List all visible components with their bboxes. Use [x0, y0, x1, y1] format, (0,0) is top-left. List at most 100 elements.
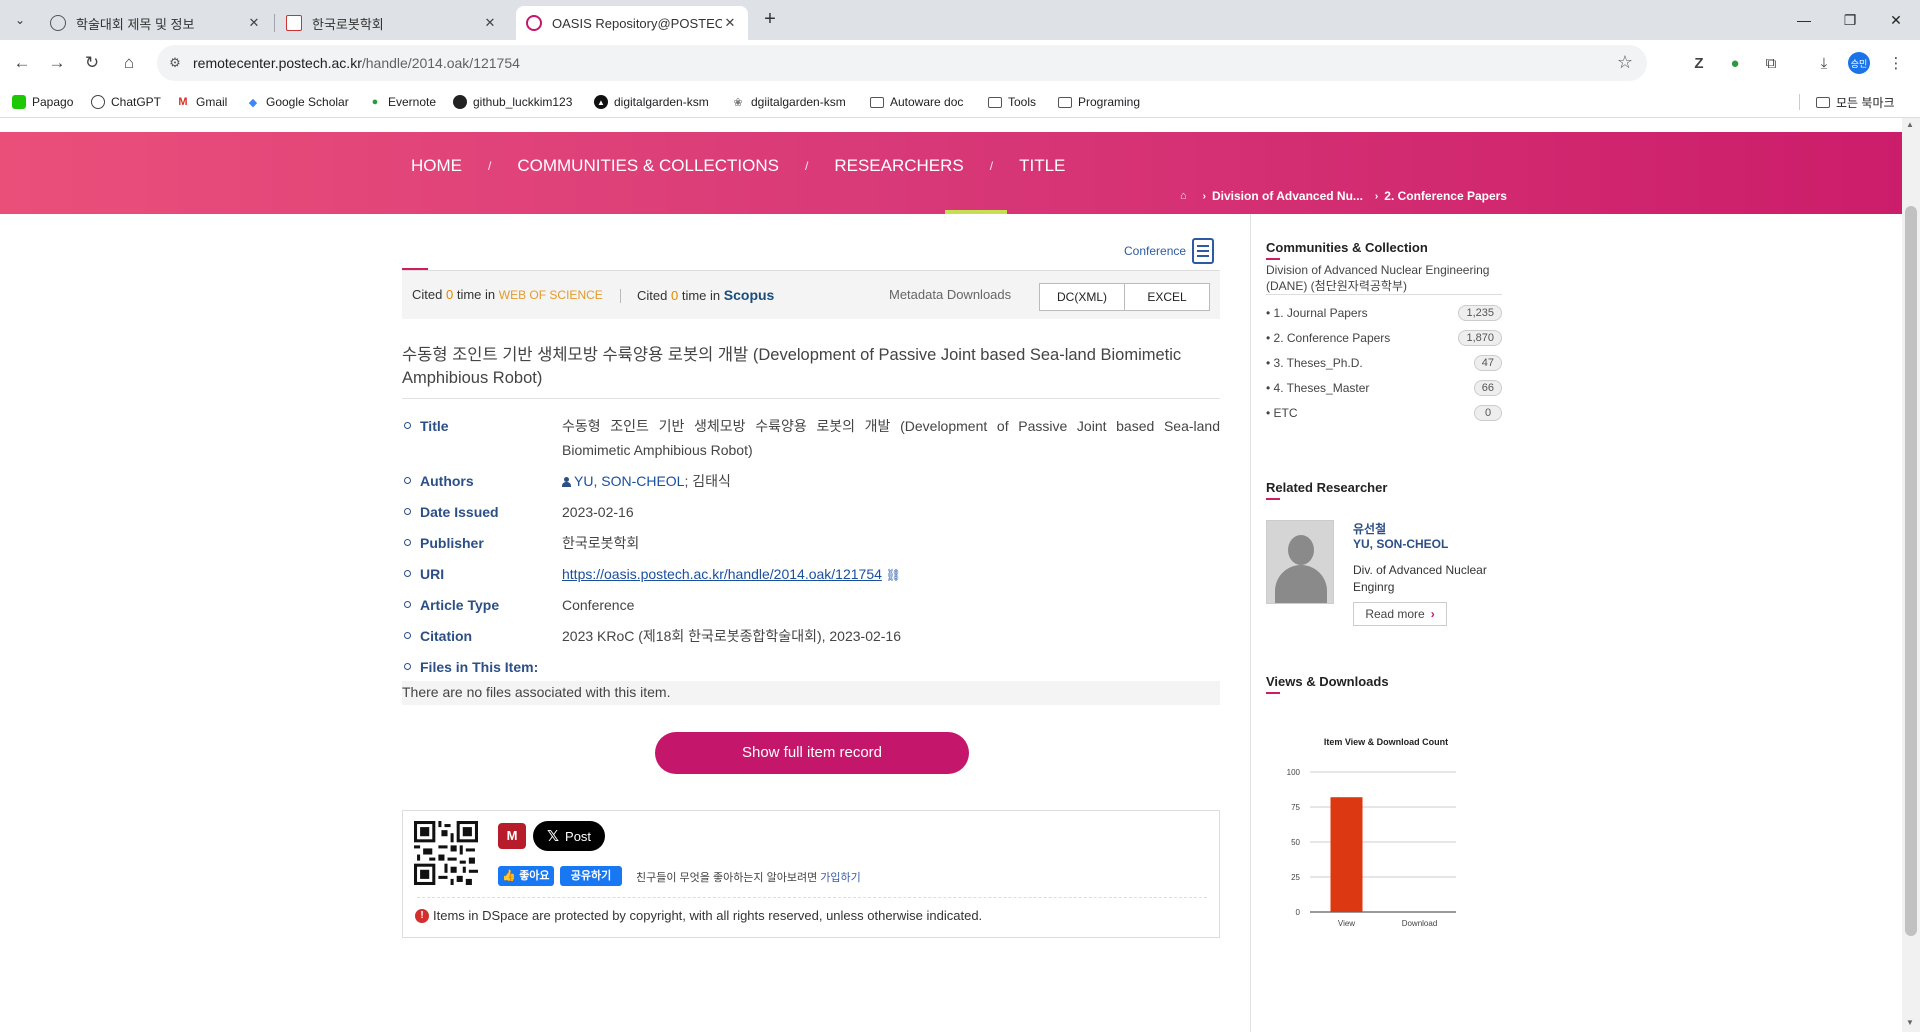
- excel-button[interactable]: EXCEL: [1124, 283, 1210, 311]
- collection-item[interactable]: • 4. Theses_Master 66: [1266, 380, 1502, 396]
- bookmark-google-scholar[interactable]: ◆ Google Scholar: [246, 93, 349, 111]
- bookmark-tools[interactable]: Tools: [988, 93, 1036, 111]
- bookmark-github[interactable]: github_luckkim123: [453, 93, 572, 111]
- facebook-like-button[interactable]: 👍 좋아요: [498, 866, 554, 886]
- forward-arrow-icon[interactable]: →: [43, 49, 71, 77]
- field-key: Article Type: [420, 597, 500, 613]
- breadcrumb-conference-papers[interactable]: 2. Conference Papers: [1384, 189, 1507, 203]
- new-tab-plus-icon[interactable]: +: [758, 8, 782, 32]
- collection-item[interactable]: • 3. Theses_Ph.D. 47: [1266, 355, 1502, 371]
- bookmark-star-icon[interactable]: ☆: [1617, 52, 1633, 73]
- field-value: YU, SON-CHEOL; 김태식: [562, 469, 1220, 493]
- profile-avatar[interactable]: 승민: [1848, 52, 1870, 74]
- back-arrow-icon[interactable]: ←: [8, 49, 36, 77]
- bookmark-autoware-doc[interactable]: Autoware doc: [870, 93, 963, 111]
- site-info-icon[interactable]: ⚙: [165, 53, 185, 73]
- cite-prefix: Cited: [412, 287, 443, 302]
- bullet-icon: [404, 508, 411, 515]
- field-key: Publisher: [420, 535, 484, 551]
- collection-label: ETC: [1273, 406, 1298, 420]
- minimize-icon[interactable]: —: [1782, 0, 1826, 40]
- mendeley-icon[interactable]: M: [498, 823, 526, 849]
- home-icon[interactable]: ⌂: [115, 49, 143, 77]
- zotero-extension-icon[interactable]: Z: [1687, 51, 1711, 75]
- fb-text: 친구들이 무엇을 좋아하는지 알아보려면: [636, 872, 818, 884]
- bookmark-chatgpt[interactable]: ChatGPT: [91, 93, 161, 111]
- fb-join-link[interactable]: 가입하기: [820, 872, 860, 884]
- restore-icon[interactable]: ❐: [1828, 0, 1872, 40]
- bookmark-evernote[interactable]: ● Evernote: [368, 93, 436, 111]
- evernote-icon: ●: [371, 96, 379, 108]
- bar-view[interactable]: [1330, 797, 1363, 912]
- nav-title[interactable]: TITLE: [1019, 156, 1065, 176]
- collection-label: 1. Journal Papers: [1273, 306, 1368, 320]
- nav-communities[interactable]: COMMUNITIES & COLLECTIONS: [517, 156, 779, 176]
- browser-tab-2[interactable]: 한국로봇학회 ✕: [276, 6, 508, 40]
- folder-icon: [1058, 96, 1072, 108]
- scopus-logo[interactable]: Scopus: [724, 287, 775, 303]
- facebook-share-button[interactable]: 공유하기: [560, 866, 622, 886]
- researcher-name-eng[interactable]: YU, SON-CHEOL: [1353, 537, 1448, 551]
- web-of-science-logo[interactable]: WEB OF SCIENCE: [499, 288, 603, 302]
- reload-icon[interactable]: ↻: [78, 49, 106, 77]
- bullet-icon: [404, 570, 411, 577]
- address-bar[interactable]: ⚙ remotecenter.postech.ac.kr/handle/2014…: [157, 45, 1647, 81]
- tab-search-chevron-icon[interactable]: ⌄: [8, 8, 32, 32]
- collection-name[interactable]: Division of Advanced Nuclear Engineering…: [1266, 262, 1502, 294]
- wos-count: 0: [445, 287, 454, 302]
- y-tick-label: 50: [1291, 838, 1300, 847]
- x-post-button[interactable]: 𝕏 Post: [533, 821, 605, 851]
- bookmark-digitalgarden[interactable]: ▲ digitalgarden-ksm: [594, 93, 709, 111]
- scroll-thumb[interactable]: [1905, 206, 1917, 936]
- collection-item[interactable]: • 2. Conference Papers 1,870: [1266, 330, 1502, 346]
- bookmark-papago[interactable]: Papago: [12, 93, 73, 111]
- tab-title: 한국로봇학회: [312, 16, 384, 32]
- browser-tab-3-active[interactable]: OASIS Repository@POSTECHL ✕: [516, 6, 748, 40]
- bookmark-label: Papago: [32, 95, 74, 109]
- field-key: Title: [420, 418, 449, 434]
- scroll-up-icon[interactable]: ▲: [1906, 120, 1914, 129]
- evernote-extension-icon[interactable]: ●: [1723, 51, 1747, 75]
- page-scrollbar[interactable]: ▲ ▼: [1902, 118, 1920, 1032]
- home-icon[interactable]: ⌂: [1180, 190, 1187, 202]
- y-tick-label: 100: [1287, 768, 1301, 777]
- bookmark-label: digitalgarden-ksm: [614, 95, 709, 109]
- collection-item[interactable]: • 1. Journal Papers 1,235: [1266, 305, 1502, 321]
- bookmark-programing[interactable]: Programing: [1058, 93, 1140, 111]
- address-url[interactable]: remotecenter.postech.ac.kr/handle/2014.o…: [193, 45, 520, 81]
- close-icon[interactable]: ✕: [722, 15, 738, 31]
- breadcrumb-division[interactable]: Division of Advanced Nu...: [1212, 189, 1363, 203]
- url-host: remotecenter.postech.ac.kr: [193, 55, 362, 71]
- link-icon[interactable]: ⛓: [886, 568, 901, 582]
- url-path: /handle/2014.oak/121754: [361, 55, 520, 71]
- collection-label: 4. Theses_Master: [1273, 381, 1370, 395]
- field-value: 수동형 조인트 기반 생체모방 수륙양용 로봇의 개발 (Development…: [562, 418, 1220, 458]
- field-key: Files in This Item:: [420, 659, 539, 675]
- uri-link[interactable]: https://oasis.postech.ac.kr/handle/2014.…: [562, 566, 882, 582]
- download-icon[interactable]: ⤓: [1812, 51, 1836, 75]
- dc-xml-button[interactable]: DC(XML): [1039, 283, 1125, 311]
- researcher-name-kor[interactable]: 유선철: [1353, 520, 1386, 537]
- bookmark-dgiitalgarden[interactable]: ❀ dgiitalgarden-ksm: [731, 93, 845, 111]
- close-icon[interactable]: ✕: [246, 15, 262, 31]
- close-icon[interactable]: ✕: [482, 15, 498, 31]
- bookmark-gmail[interactable]: M Gmail: [176, 93, 227, 111]
- nav-home[interactable]: HOME: [411, 156, 462, 176]
- collection-count: 66: [1473, 380, 1502, 396]
- browser-tab-1[interactable]: 학술대회 제목 및 정보 ✕: [40, 6, 272, 40]
- bookmark-label: ChatGPT: [111, 95, 162, 109]
- extensions-puzzle-icon[interactable]: ⧉: [1759, 51, 1783, 75]
- all-bookmarks[interactable]: 모든 북마크: [1816, 93, 1895, 111]
- researcher-avatar: [1266, 520, 1334, 604]
- window-close-icon[interactable]: ✕: [1874, 0, 1918, 40]
- show-full-record-button[interactable]: Show full item record: [655, 732, 969, 774]
- author-link[interactable]: YU, SON-CHEOL: [574, 473, 684, 489]
- nav-researchers[interactable]: RESEARCHERS: [834, 156, 963, 176]
- collection-item[interactable]: • ETC 0: [1266, 405, 1502, 421]
- breadcrumb: ⌂ › Division of Advanced Nu... › 2. Conf…: [1180, 189, 1507, 203]
- read-more-button[interactable]: Read more ›: [1353, 602, 1447, 626]
- scroll-down-icon[interactable]: ▼: [1906, 1018, 1914, 1027]
- more-menu-icon[interactable]: ⋮: [1884, 51, 1908, 75]
- x-tick-label: Download: [1402, 919, 1438, 928]
- field-value: 2023 KRoC (제18회 한국로봇종합학술대회), 2023-02-16: [562, 628, 902, 644]
